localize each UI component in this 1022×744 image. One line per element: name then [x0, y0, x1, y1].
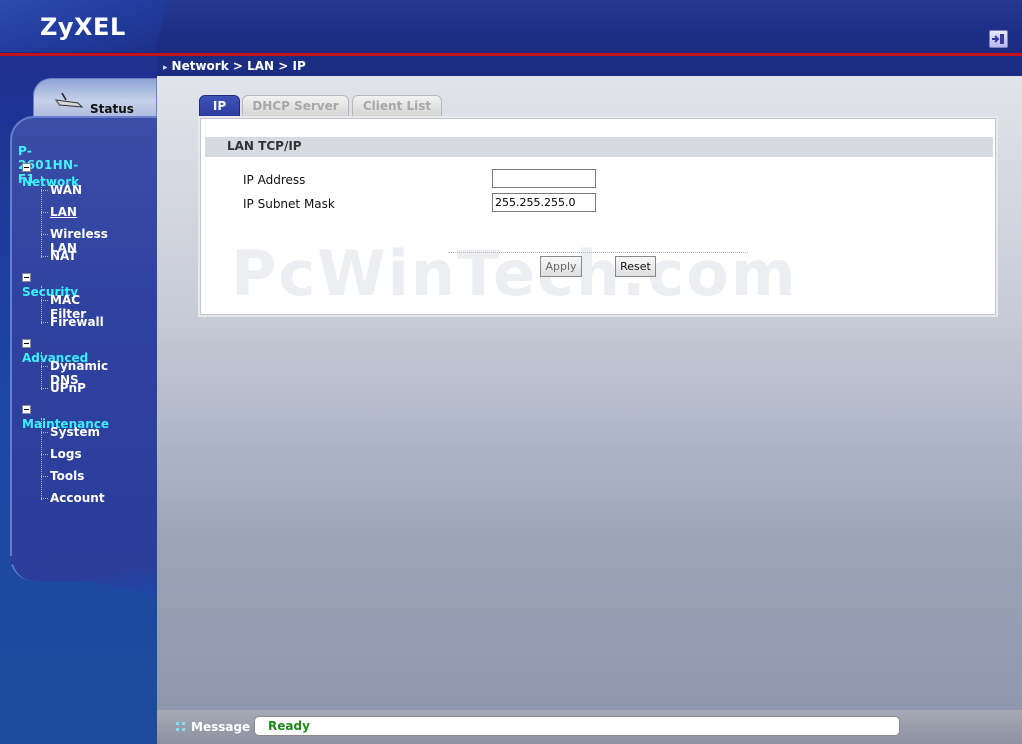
nav-category-advanced[interactable]: Advanced: [22, 337, 88, 365]
sidebar-item-lan[interactable]: LAN: [50, 205, 77, 219]
sidebar-item-nat[interactable]: NAT: [50, 249, 77, 263]
collapse-icon[interactable]: [22, 339, 31, 348]
subnet-mask-label: IP Subnet Mask: [243, 197, 335, 211]
ip-address-input[interactable]: [492, 169, 596, 188]
sidebar-item-system[interactable]: System: [50, 425, 100, 439]
nav-category-maintenance[interactable]: Maintenance: [22, 403, 109, 431]
nav-category-security[interactable]: Security: [22, 271, 78, 299]
tab-dhcp-server[interactable]: DHCP Server: [242, 95, 349, 118]
sidebar-item-logs[interactable]: Logs: [50, 447, 82, 461]
apply-button[interactable]: Apply: [540, 256, 582, 277]
tab-ip[interactable]: IP: [199, 95, 240, 118]
message-bar: Message Ready: [157, 710, 1022, 744]
tab-client-list[interactable]: Client List: [352, 95, 442, 118]
main-content: ▸ Network > LAN > IP IP DHCP Server Clien…: [157, 56, 1022, 710]
sidebar-item-firewall[interactable]: Firewall: [50, 315, 104, 329]
collapse-icon[interactable]: [22, 273, 31, 282]
router-icon: [54, 92, 84, 108]
breadcrumb: ▸ Network > LAN > IP: [163, 59, 306, 73]
message-box: Ready: [254, 716, 900, 736]
top-header: ZyXEL: [0, 0, 1022, 56]
ip-address-label: IP Address: [243, 173, 306, 187]
sidebar-item-tools[interactable]: Tools: [50, 469, 84, 483]
sidebar-item-upnp[interactable]: UPnP: [50, 381, 86, 395]
message-status: Ready: [268, 719, 310, 733]
nav-category-network[interactable]: Network: [22, 161, 79, 189]
sidebar-item-account[interactable]: Account: [50, 491, 105, 505]
zyxel-logo: ZyXEL: [40, 13, 126, 41]
divider: [448, 252, 748, 253]
collapse-icon[interactable]: [22, 405, 31, 414]
sidebar-item-wan[interactable]: WAN: [50, 183, 82, 197]
logout-icon[interactable]: [989, 30, 1008, 48]
breadcrumb-bar: ▸ Network > LAN > IP: [157, 56, 1022, 76]
status-tab-label: Status: [90, 102, 134, 116]
message-dots-icon: [176, 722, 185, 731]
subnet-mask-input[interactable]: [492, 193, 596, 212]
section-title: LAN TCP/IP: [227, 139, 302, 153]
watermark: PcWinTech.com: [231, 237, 798, 310]
message-label: Message: [191, 720, 251, 734]
collapse-icon[interactable]: [22, 163, 31, 172]
section-header: LAN TCP/IP: [205, 137, 993, 157]
lan-tcpip-panel: LAN TCP/IP IP Address IP Subnet Mask PcW…: [200, 118, 996, 315]
breadcrumb-arrow-icon: ▸: [163, 63, 168, 73]
logout-icon-glyph: [992, 34, 1004, 44]
reset-button[interactable]: Reset: [615, 256, 656, 277]
